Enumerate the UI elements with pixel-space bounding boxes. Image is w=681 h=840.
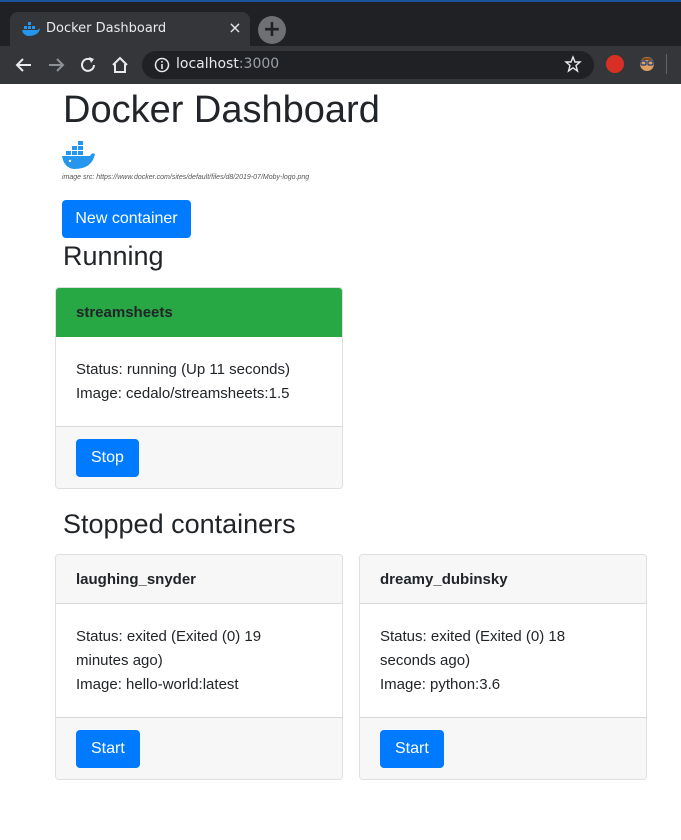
image-source-caption: image src: https://www.docker.com/sites/… bbox=[62, 174, 310, 181]
chrome-accent-line bbox=[0, 0, 681, 2]
adblock-extension-icon[interactable] bbox=[606, 55, 624, 73]
browser-tab[interactable]: Docker Dashboard × bbox=[10, 12, 250, 46]
container-status: Status: exited (Exited (0) 18 bbox=[380, 628, 566, 645]
card-header: laughing_snyder bbox=[56, 555, 342, 604]
container-name: laughing_snyder bbox=[76, 571, 197, 588]
container-status-cont: seconds ago) bbox=[380, 652, 471, 669]
container-status: Status: exited (Exited (0) 19 bbox=[76, 628, 262, 645]
new-tab-button[interactable]: + bbox=[258, 16, 286, 44]
browser-toolbar: localhost:3000 bbox=[0, 46, 681, 84]
info-icon[interactable] bbox=[154, 57, 170, 73]
browser-chrome: Docker Dashboard × + localhost:3000 bbox=[0, 0, 681, 84]
card-header: streamsheets bbox=[56, 288, 342, 337]
reload-icon[interactable] bbox=[78, 55, 98, 75]
url-port: :3000 bbox=[238, 56, 280, 72]
tab-close-icon[interactable]: × bbox=[227, 20, 243, 36]
card-footer: Start bbox=[360, 717, 646, 779]
container-name: streamsheets bbox=[76, 304, 173, 321]
home-icon[interactable] bbox=[110, 55, 130, 75]
container-image: Image: cedalo/streamsheets:1.5 bbox=[76, 385, 290, 402]
stopped-heading: Stopped containers bbox=[63, 509, 296, 539]
container-status-cont: minutes ago) bbox=[76, 652, 163, 669]
container-name: dreamy_dubinsky bbox=[380, 571, 508, 588]
running-heading: Running bbox=[63, 241, 164, 271]
url-host: localhost bbox=[176, 56, 239, 72]
page-content: Docker Dashboard image src: https://www.… bbox=[0, 84, 681, 840]
container-image: Image: hello-world:latest bbox=[76, 676, 239, 693]
card-header: dreamy_dubinsky bbox=[360, 555, 646, 604]
container-card-streamsheets: streamsheets Status: running (Up 11 seco… bbox=[55, 287, 343, 489]
url-text: localhost:3000 bbox=[176, 56, 279, 72]
new-container-button[interactable]: New container bbox=[62, 200, 191, 238]
card-footer: Stop bbox=[56, 426, 342, 488]
container-card-laughing-snyder: laughing_snyder Status: exited (Exited (… bbox=[55, 554, 343, 780]
toolbar-divider bbox=[666, 54, 667, 74]
address-bar[interactable]: localhost:3000 bbox=[142, 51, 594, 79]
card-footer: Start bbox=[56, 717, 342, 779]
container-card-dreamy-dubinsky: dreamy_dubinsky Status: exited (Exited (… bbox=[359, 554, 647, 780]
tab-title: Docker Dashboard bbox=[46, 21, 167, 36]
start-button[interactable]: Start bbox=[380, 730, 444, 768]
page-title: Docker Dashboard bbox=[63, 89, 380, 131]
bookmark-star-icon[interactable] bbox=[564, 55, 582, 73]
docker-favicon-icon bbox=[22, 22, 40, 36]
start-button[interactable]: Start bbox=[76, 730, 140, 768]
back-arrow-icon[interactable] bbox=[14, 55, 34, 75]
container-image: Image: python:3.6 bbox=[380, 676, 501, 693]
stop-button[interactable]: Stop bbox=[76, 439, 139, 477]
container-status: Status: running (Up 11 seconds) bbox=[76, 361, 291, 378]
docker-logo-icon bbox=[62, 141, 95, 169]
forward-arrow-icon[interactable] bbox=[46, 55, 66, 75]
extension-avatar-icon[interactable] bbox=[638, 54, 656, 74]
